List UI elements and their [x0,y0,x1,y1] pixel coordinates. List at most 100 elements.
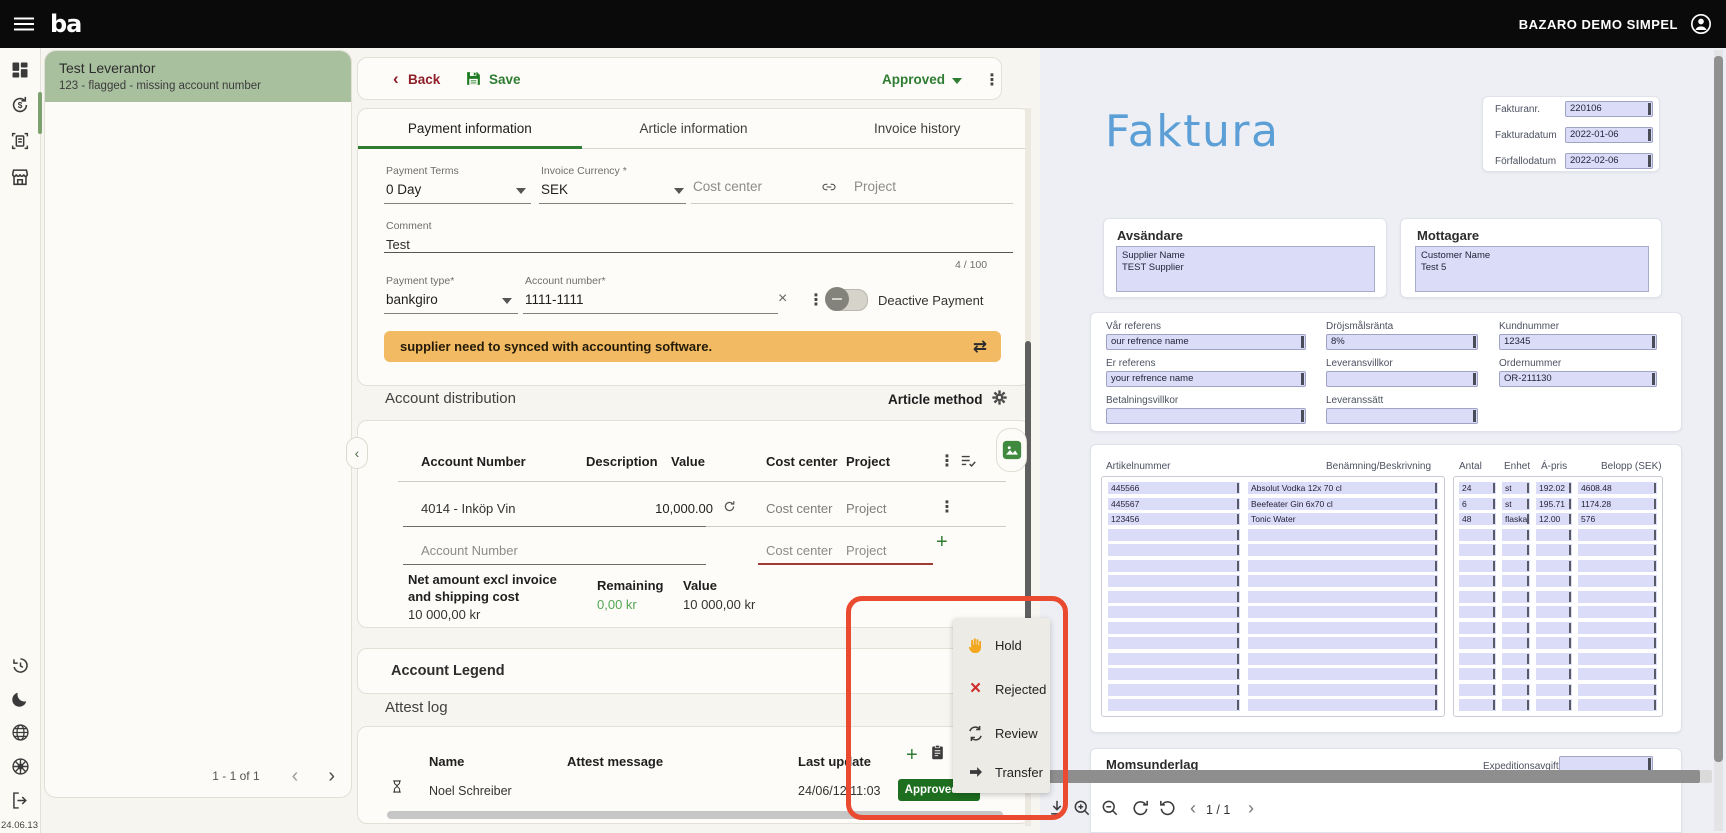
add-row-icon[interactable]: + [936,531,948,554]
new-row-project[interactable]: Project [846,543,886,558]
dashboard-icon[interactable] [10,60,30,80]
row-more-icon[interactable]: ⋮ [939,497,955,517]
table-more-icon[interactable]: ⋮ [939,451,955,471]
row-cost-center[interactable]: Cost center [766,501,832,516]
save-icon[interactable] [465,70,482,87]
ref-field[interactable]: 12345 [1499,334,1657,350]
ref-field[interactable]: OR-211130 [1499,371,1657,387]
sender-box[interactable]: Supplier Name TEST Supplier [1116,246,1375,292]
net-amount-value: 10 000,00 kr [408,607,481,622]
menu-item-review[interactable]: Review [953,718,1050,748]
list-item-selected[interactable]: Test Leverantor 123 - flagged - missing … [45,51,351,102]
back-chevron-icon[interactable]: ‹ [393,69,399,89]
dark-mode-icon[interactable] [10,689,30,709]
payment-type-caret-icon[interactable] [502,298,512,304]
col-name: Name [429,754,465,769]
ref-field[interactable]: 8% [1326,334,1478,350]
status-dropdown[interactable]: Approved [882,72,945,87]
invoice-currency-select[interactable]: SEK [541,182,568,197]
hamburger-menu-icon[interactable] [14,17,34,31]
theme-wheel-icon[interactable] [10,756,31,777]
row-account-number[interactable]: 4014 - Inköp Vin [421,501,515,516]
article-row[interactable]: 48 flaska 12.00 576 [1459,513,1657,525]
menu-item-transfer[interactable]: Transfer [953,757,1050,787]
pdf-prev-page-icon[interactable]: ‹ [1190,798,1196,819]
settings-gear-icon[interactable] [990,388,1009,407]
nav-rail: $ 24.06.13 [0,48,42,833]
attachment-image-icon[interactable] [996,428,1027,472]
invoice-currency-caret-icon[interactable] [674,188,684,194]
article-row[interactable]: 123456 Tonic Water [1108,513,1438,525]
collapse-panel-icon[interactable]: ‹ [346,437,368,469]
save-button[interactable]: Save [489,72,521,87]
meta-field[interactable]: 2022-02-06 [1565,153,1653,169]
account-more-icon[interactable]: ⋮ [808,290,824,310]
add-attest-icon[interactable]: + [906,744,918,767]
payment-terms-caret-icon[interactable] [516,188,526,194]
ref-field[interactable] [1326,408,1478,424]
cell: st [1502,497,1530,510]
store-icon[interactable] [9,166,31,188]
pdf-next-page-icon[interactable]: › [1248,798,1254,819]
deactivate-payment-toggle[interactable] [825,287,868,311]
article-row[interactable]: 445567 Beefeater Gin 6x70 cl [1108,497,1438,510]
back-button[interactable]: Back [408,72,440,87]
page-next-icon[interactable]: › [328,766,335,786]
document-scan-icon[interactable] [9,130,31,152]
playlist-check-icon[interactable] [959,451,978,470]
zoom-out-icon[interactable] [1100,798,1120,818]
rotate-right-icon[interactable] [1130,798,1150,818]
clipboard-icon[interactable] [929,743,946,762]
ref-field[interactable] [1326,371,1478,387]
pdf-vscroll-thumb[interactable] [1714,56,1723,762]
row-refresh-icon[interactable] [722,499,737,514]
menu-item-rejected[interactable]: × Rejected [953,674,1050,704]
zoom-in-icon[interactable] [1072,798,1092,818]
receiver-box[interactable]: Customer Name Test 5 [1415,246,1649,292]
toolbar-more-icon[interactable]: ⋮ [984,70,1000,90]
account-icon[interactable] [1690,13,1712,35]
cost-center-field[interactable]: Cost center [693,179,762,194]
new-row-cost-center[interactable]: Cost center [766,543,832,558]
download-icon[interactable] [1047,798,1067,818]
comment-input[interactable]: Test [386,237,410,252]
menu-item-hold[interactable]: Hold [953,630,1050,660]
pdf-hscroll-thumb[interactable] [1046,770,1700,783]
tab-invoice-history[interactable]: Invoice history [805,109,1029,148]
row-value[interactable]: 10,000.00 [608,501,713,516]
account-number-input[interactable]: 1111-1111 [525,292,584,307]
new-row-account-input[interactable]: Account Number [421,543,518,558]
currency-sync-icon[interactable]: $ [9,94,31,116]
hourglass-icon [390,777,404,796]
tab-article-information[interactable]: Article information [582,109,806,148]
ref-field[interactable] [1106,408,1306,424]
sync-swap-icon[interactable]: ⇄ [973,337,987,357]
attest-horizontal-scrollbar[interactable] [387,811,1003,819]
hold-hand-icon [966,636,985,655]
project-field[interactable]: Project [854,179,896,194]
history-icon[interactable] [10,655,31,676]
rotate-left-icon[interactable] [1158,798,1178,818]
payment-terms-select[interactable]: 0 Day [386,182,421,197]
article-row[interactable]: 6 st 195.71 1174.28 [1459,497,1657,510]
page-prev-icon[interactable]: ‹ [292,766,299,786]
meta-field[interactable]: 220106 [1565,101,1653,117]
status-caret-icon[interactable] [952,78,962,84]
ref-field[interactable]: your refrence name [1106,371,1306,387]
article-row[interactable]: 24 st 192.02 4608.48 [1459,482,1657,494]
remaining-value: 0,00 kr [597,597,637,612]
top-bar: ba BAZARO DEMO SIMPEL [0,0,1726,48]
row-project[interactable]: Project [846,501,886,516]
menu-label-hold: Hold [995,637,1022,653]
article-row-empty [1108,621,1438,634]
article-row[interactable]: 445566 Absolut Vodka 12x 70 cl [1108,482,1438,494]
ref-field[interactable]: our refrence name [1106,334,1306,350]
clear-account-icon[interactable]: × [778,290,787,308]
tab-payment-information[interactable]: Payment information [358,109,582,149]
payment-type-select[interactable]: bankgiro [386,292,438,307]
language-globe-icon[interactable] [10,722,31,743]
account-legend-card[interactable]: Account Legend [357,648,1030,694]
bazaro-logo[interactable]: ba [50,10,82,38]
meta-field[interactable]: 2022-01-06 [1565,127,1653,143]
logout-icon[interactable] [10,790,31,811]
